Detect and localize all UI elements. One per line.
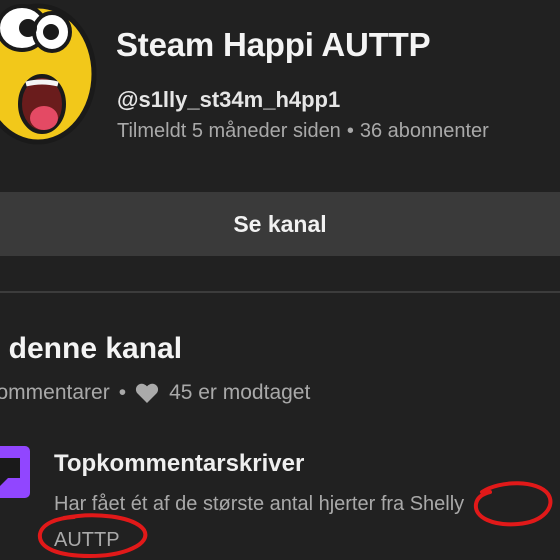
- stats-separator: •: [118, 381, 127, 404]
- channel-name: Steam Happi AUTTP: [116, 26, 431, 63]
- chat-bubble-badge-icon: [0, 446, 30, 498]
- channel-meta: Tilmeldt 5 måneder siden • 36 abonnenter: [117, 120, 489, 143]
- stats-line: kommentarer • 45 er modtaget: [0, 381, 310, 405]
- red-circle-annotation: [473, 481, 553, 527]
- section-title: i denne kanal: [0, 332, 183, 365]
- comments-count-text: kommentarer: [0, 381, 110, 404]
- channel-avatar[interactable]: [0, 0, 100, 158]
- channel-handle: @s1lly_st34m_h4pp1: [117, 87, 341, 112]
- heart-icon: [135, 383, 159, 403]
- badge-title: Topkommentarskriver: [54, 450, 305, 477]
- hearts-received-text: 45 er modtaget: [169, 381, 311, 404]
- channel-popup: Steam Happi AUTTP @s1lly_st34m_h4pp1 Til…: [0, 0, 560, 560]
- meta-separator: •: [346, 120, 354, 142]
- joined-text: Tilmeldt 5 måneder siden: [117, 120, 341, 142]
- badge-description-continued: AUTTP: [54, 529, 120, 551]
- divider: [0, 291, 560, 293]
- subscriber-count: 36 abonnenter: [359, 120, 489, 142]
- view-channel-button[interactable]: Se kanal: [0, 192, 560, 256]
- badge-description: Har fået ét af de største antal hjerter …: [54, 493, 465, 515]
